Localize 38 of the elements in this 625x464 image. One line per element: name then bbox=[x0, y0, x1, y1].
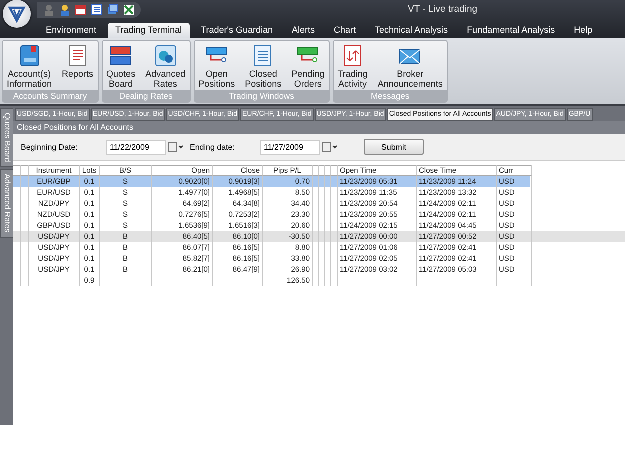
ribbon-button[interactable]: Closed Positions bbox=[241, 44, 286, 89]
menu-tab[interactable]: Chart bbox=[326, 23, 364, 38]
quotes-icon bbox=[109, 44, 134, 68]
group-label: Trading Windows bbox=[194, 90, 329, 102]
list-icon[interactable] bbox=[91, 4, 103, 16]
windows-icon[interactable] bbox=[107, 4, 119, 16]
calendar-dropdown-icon[interactable] bbox=[322, 142, 338, 152]
ribbon-button[interactable]: Trading Activity bbox=[334, 44, 372, 89]
window-title: VT - Live trading bbox=[408, 4, 478, 15]
ribbon-button[interactable]: Pending Orders bbox=[288, 44, 329, 89]
menu-tab[interactable]: Trading Terminal bbox=[108, 23, 190, 38]
calendar-icon[interactable] bbox=[75, 4, 87, 16]
ribbon-button[interactable]: Open Positions bbox=[194, 44, 240, 89]
date-label: Ending date: bbox=[190, 142, 236, 152]
panel-title: Closed Positions for All Accounts bbox=[13, 121, 625, 134]
date-field[interactable]: 11/27/2009 bbox=[260, 140, 320, 154]
menu-tab[interactable]: Environment bbox=[38, 23, 105, 38]
ribbon-button[interactable]: Advanced Rates bbox=[142, 44, 190, 89]
person-icon[interactable] bbox=[59, 4, 71, 16]
account-icon bbox=[18, 44, 42, 68]
ribbon-button[interactable]: Quotes Board bbox=[102, 44, 140, 89]
date-label: Beginning Date: bbox=[21, 142, 79, 152]
menu-tab[interactable]: Trader's Guardian bbox=[193, 23, 281, 38]
group-label: Dealing Rates bbox=[102, 90, 190, 102]
menu-tab[interactable]: Fundamental Analysis bbox=[459, 23, 564, 38]
ribbon-button[interactable]: Account(s) Information bbox=[3, 44, 56, 89]
submit-button[interactable]: Submit bbox=[364, 139, 424, 155]
ribbon-button[interactable]: Reports bbox=[58, 44, 98, 79]
date-field[interactable]: 11/22/2009 bbox=[106, 140, 166, 154]
menu-tab[interactable]: Technical Analysis bbox=[367, 23, 456, 38]
calendar-dropdown-icon[interactable] bbox=[168, 142, 184, 152]
group-label: Messages bbox=[334, 90, 447, 102]
menu-tab[interactable]: Help bbox=[566, 23, 601, 38]
group-label: Accounts Summary bbox=[3, 90, 98, 102]
ribbon-button[interactable]: Broker Announcements bbox=[374, 44, 447, 89]
app-logo[interactable] bbox=[3, 0, 31, 28]
menu-tab[interactable]: Alerts bbox=[284, 23, 323, 38]
rates-icon bbox=[154, 44, 178, 68]
